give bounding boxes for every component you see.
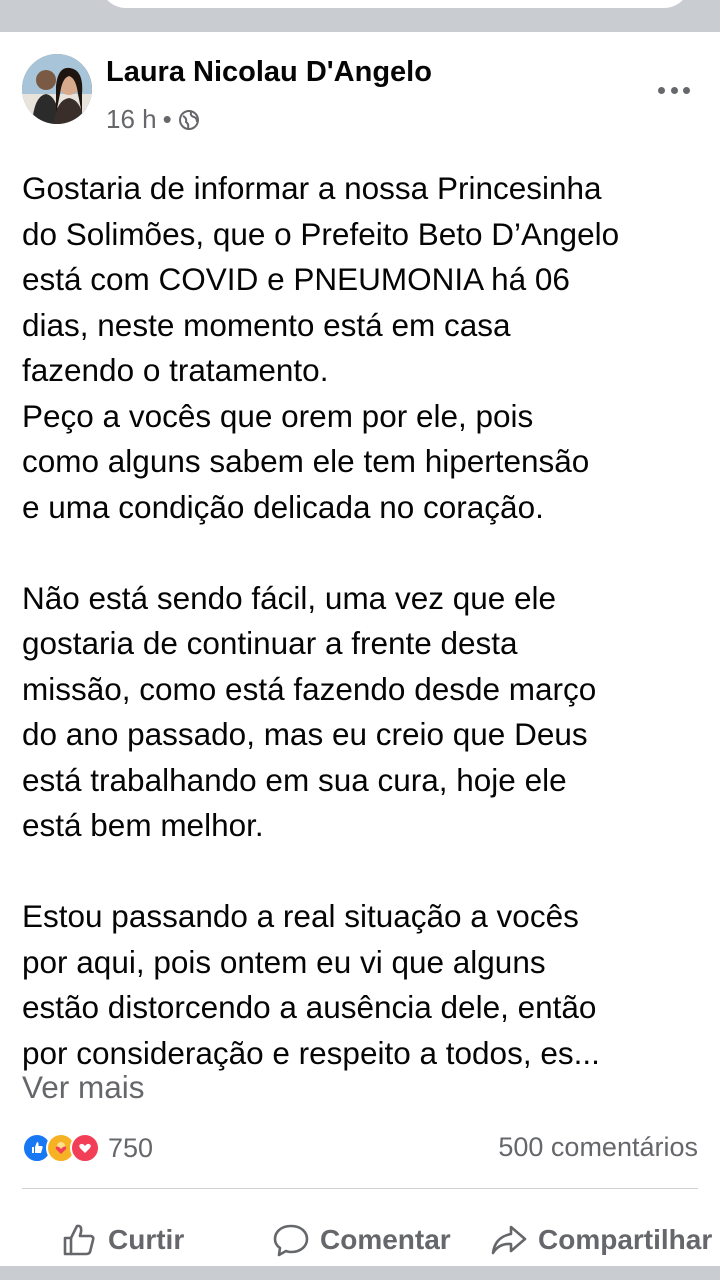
post-paragraph-1: Gostaria de informar a nossa Princesinha… <box>22 170 620 525</box>
post-meta: 16 h • <box>106 104 200 135</box>
share-label: Compartilhar <box>538 1224 713 1255</box>
post-paragraph-3: Estou passando a real situação a vocês p… <box>22 898 600 1071</box>
post-time[interactable]: 16 h <box>106 104 157 135</box>
comment-button[interactable]: Comentar <box>272 1220 451 1260</box>
avatar[interactable] <box>22 54 92 124</box>
author-name[interactable]: Laura Nicolau D'Angelo <box>106 56 432 89</box>
thumbs-up-icon <box>63 1224 95 1256</box>
comment-count[interactable]: 500 comentários <box>498 1132 698 1163</box>
more-options-icon[interactable] <box>658 86 690 94</box>
like-button[interactable]: Curtir <box>60 1220 184 1260</box>
feed-separator-top <box>0 0 720 32</box>
post-card: Laura Nicolau D'Angelo 16 h • Gostaria d… <box>0 32 720 1266</box>
share-button[interactable]: Compartilhar <box>490 1220 712 1260</box>
reaction-count: 750 <box>108 1132 154 1163</box>
search-bar-remnant <box>100 0 690 8</box>
feed-separator-bottom <box>0 1266 720 1280</box>
comment-label: Comentar <box>320 1224 451 1255</box>
globe-icon <box>178 109 199 130</box>
share-arrow-icon <box>491 1225 527 1255</box>
see-more-link[interactable]: Ver mais <box>22 1065 145 1111</box>
reaction-summary[interactable]: 750 <box>22 1128 153 1168</box>
divider <box>22 1188 698 1189</box>
post-body: Gostaria de informar a nossa Princesinha… <box>22 166 712 1076</box>
love-reaction-icon <box>70 1133 100 1163</box>
comment-bubble-icon <box>273 1224 309 1257</box>
post-paragraph-2: Não está sendo fácil, uma vez que ele go… <box>22 579 597 844</box>
meta-separator: • <box>162 104 172 134</box>
like-label: Curtir <box>108 1224 185 1255</box>
